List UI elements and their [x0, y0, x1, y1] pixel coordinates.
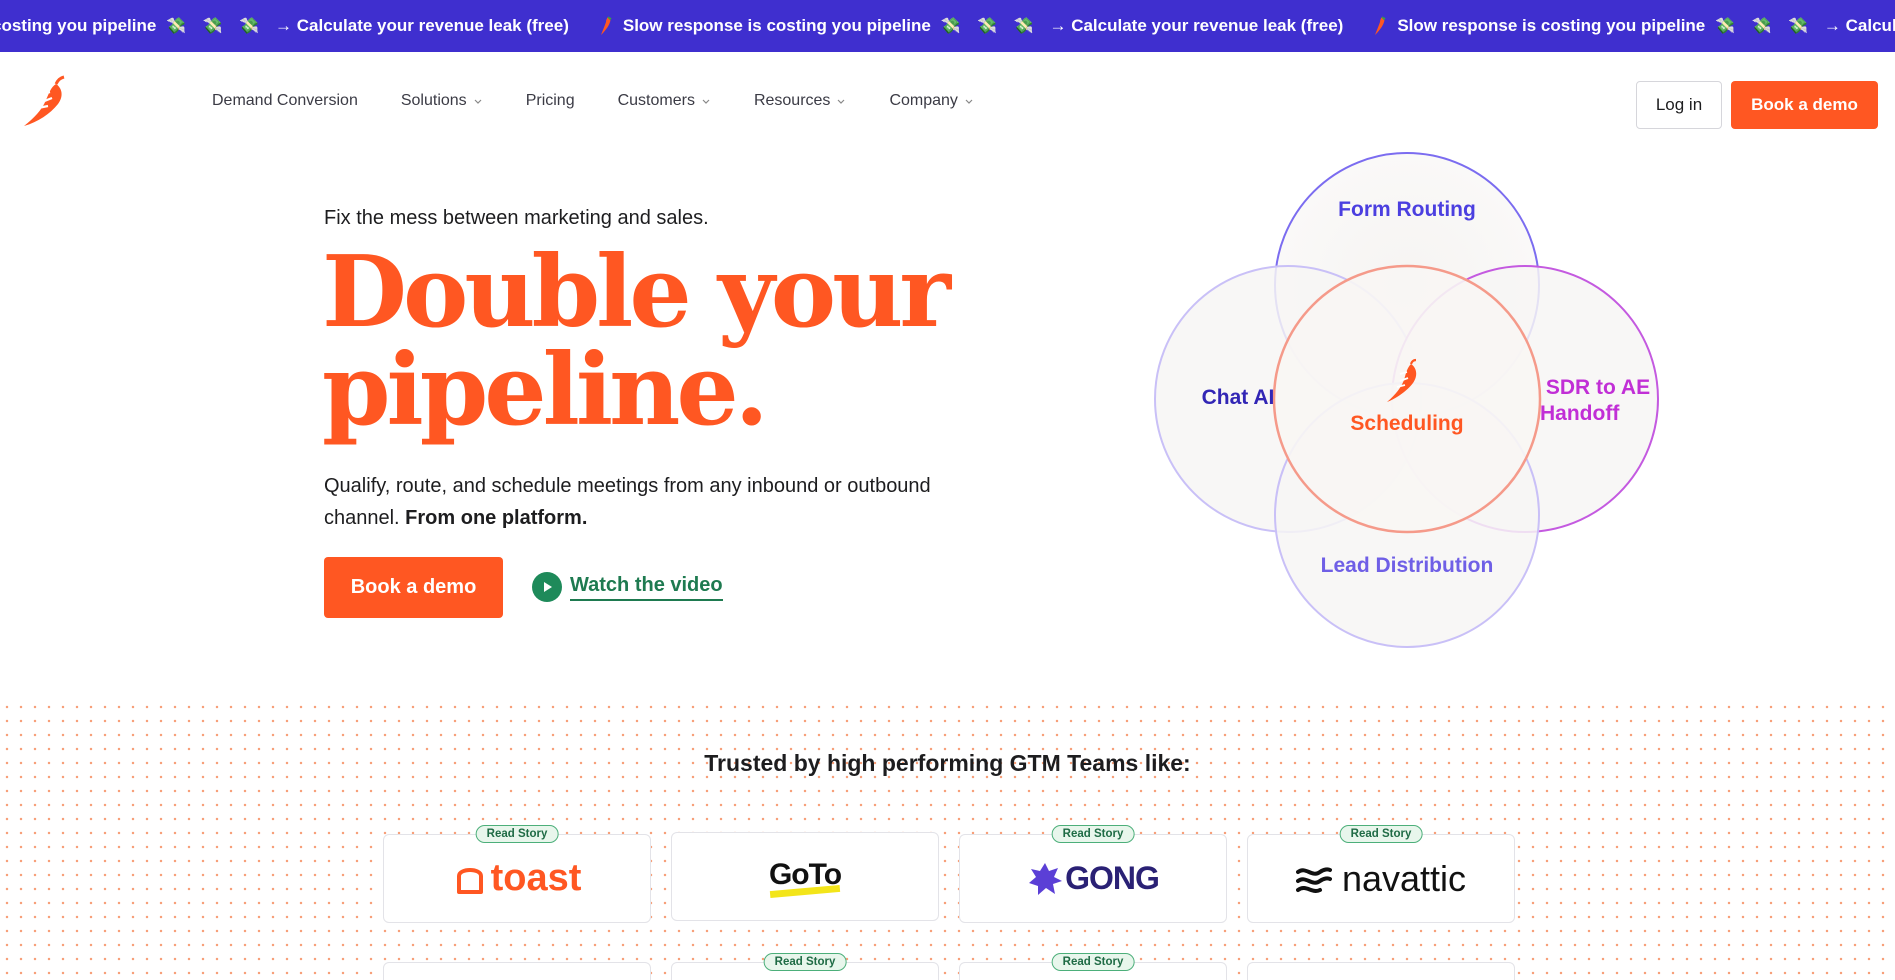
nav-label: Solutions — [400, 92, 467, 109]
customer-logo-card[interactable]: Read Story — [959, 953, 1227, 980]
nav-solutions[interactable]: Solutions — [401, 92, 483, 110]
chili-icon — [1375, 16, 1386, 35]
nav-resources[interactable]: Resources — [754, 92, 846, 110]
chevron-down-icon — [702, 99, 710, 104]
chili-logo-icon[interactable] — [20, 74, 70, 130]
hero-subtitle: Qualify, route, and schedule meetings fr… — [324, 470, 984, 534]
customer-logo-card[interactable]: Read Story navattic — [1247, 825, 1515, 923]
venn-label-form-routing: Form Routing — [1338, 198, 1476, 221]
ticker-item[interactable]: Slow response is costing you pipeline 💸 … — [1373, 16, 1895, 36]
venn-label-scheduling: Scheduling — [1350, 412, 1464, 435]
book-demo-button[interactable]: Book a demo — [1731, 81, 1878, 129]
product-venn-diagram: Form Routing Chat AI Scheduling SDR to A… — [1140, 145, 1680, 665]
money-icon: 💸 💸 💸 — [1715, 18, 1814, 35]
ticker-cta[interactable]: → Calculate your revenu — [1824, 16, 1895, 36]
nav-demand-conversion[interactable]: Demand Conversion — [212, 92, 358, 110]
hero-book-demo-button[interactable]: Book a demo — [324, 557, 503, 618]
ticker-text: costing you pipeline — [0, 16, 157, 35]
nav-company[interactable]: Company — [889, 92, 973, 110]
ticker-item[interactable]: Slow response is costing you pipeline 💸 … — [599, 16, 1343, 36]
venn-label-line: SDR to AE — [1545, 376, 1651, 399]
goto-logo: GoTo — [769, 858, 842, 899]
brand-gong: GONG — [1065, 860, 1160, 896]
gong-icon — [1029, 862, 1063, 895]
watch-video-label: Watch the video — [570, 574, 723, 601]
venn-label-lead-distribution: Lead Distribution — [1320, 554, 1494, 577]
money-icon: 💸 💸 💸 — [166, 18, 266, 35]
read-story-badge[interactable]: Read Story — [1339, 825, 1423, 843]
chevron-down-icon — [474, 99, 482, 104]
nav-label: Demand Conversion — [212, 92, 358, 109]
money-icon: 💸 💸 💸 — [940, 18, 1040, 35]
circle-scheduling — [1272, 264, 1542, 534]
chevron-down-icon — [838, 99, 845, 104]
brand-toast: toast — [490, 857, 582, 899]
watch-video-link[interactable]: Watch the video — [532, 572, 723, 602]
site-header: Demand Conversion Solutions Pricing Cust… — [0, 52, 1895, 157]
headline-line: Double your — [322, 235, 951, 350]
toast-icon — [456, 867, 483, 894]
chili-icon — [600, 16, 612, 35]
customer-logo-card[interactable]: Read Story GONG — [959, 825, 1227, 923]
read-story-badge[interactable]: Read Story — [1051, 825, 1135, 843]
play-icon — [532, 572, 562, 602]
subtitle-bold: From one platform. — [405, 507, 588, 529]
nav-pricing[interactable]: Pricing — [526, 92, 575, 110]
read-story-badge[interactable]: Read Story — [1051, 953, 1135, 971]
read-story-badge[interactable]: Read Story — [475, 825, 559, 843]
customer-logo-card[interactable] — [383, 962, 651, 980]
venn-label-line: Handoff — [1540, 402, 1620, 425]
ticker-text: Slow response is costing you pipeline — [1397, 16, 1706, 35]
dotted-background — [0, 700, 1895, 980]
ticker-cta[interactable]: → Calculate your revenue leak (free) — [275, 16, 569, 36]
hero-headline: Double your pipeline. — [322, 244, 1022, 440]
customer-logo-card[interactable]: Read Story toast — [383, 825, 651, 923]
customer-logo-card[interactable] — [1247, 962, 1515, 980]
headline-line: pipeline. — [322, 333, 769, 448]
nav-label: Resources — [753, 92, 831, 109]
nav-label: Customers — [617, 92, 695, 109]
chevron-down-icon — [965, 99, 973, 104]
nav-label: Pricing — [525, 92, 575, 109]
login-button[interactable]: Log in — [1636, 81, 1722, 129]
nav-label: Company — [889, 92, 958, 109]
trusted-title: Trusted by high performing GTM Teams lik… — [704, 750, 1191, 776]
brand-navattic: navattic — [1341, 857, 1467, 899]
ticker-item[interactable]: costing you pipeline 💸 💸 💸 → Calculate y… — [0, 16, 569, 36]
venn-label-chat-ai: Chat AI — [1201, 386, 1275, 409]
ticker-text: Slow response is costing you pipeline — [622, 16, 931, 35]
navattic-icon — [1295, 866, 1332, 893]
hero-eyebrow: Fix the mess between marketing and sales… — [324, 207, 709, 229]
venn-label-sdr-handoff: SDR to AE Handoff — [1538, 375, 1658, 427]
customer-logo-card[interactable]: GoTo — [671, 832, 939, 921]
nav-customers[interactable]: Customers — [618, 92, 711, 110]
read-story-badge[interactable]: Read Story — [763, 953, 847, 971]
customer-logo-card[interactable]: Read Story — [671, 953, 939, 980]
ticker-cta[interactable]: → Calculate your revenue leak (free) — [1049, 16, 1343, 36]
announcement-ticker[interactable]: costing you pipeline 💸 💸 💸 → Calculate y… — [0, 0, 1895, 52]
main-nav: Demand Conversion Solutions Pricing Cust… — [212, 92, 1017, 110]
